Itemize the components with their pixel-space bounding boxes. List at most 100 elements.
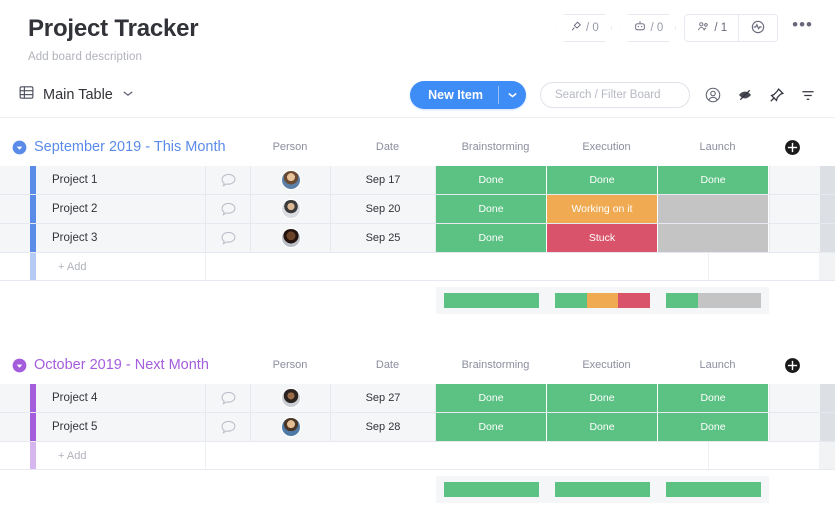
activity-pill[interactable]: / 0 bbox=[556, 14, 613, 42]
new-item-label: New Item bbox=[428, 88, 483, 102]
row-tail bbox=[769, 166, 820, 194]
pin-icon[interactable] bbox=[768, 87, 785, 104]
add-item-label[interactable]: + Add bbox=[36, 253, 206, 280]
view-switcher[interactable]: Main Table bbox=[18, 84, 133, 105]
summary-spacer bbox=[36, 287, 436, 314]
person-cell[interactable] bbox=[251, 413, 331, 441]
add-item-label[interactable]: + Add bbox=[36, 442, 206, 469]
table-row[interactable]: Project 3 Sep 25 Done Stuck bbox=[0, 224, 835, 253]
chat-icon[interactable] bbox=[206, 195, 251, 223]
search-input[interactable] bbox=[555, 89, 675, 101]
status-cell-brainstorming[interactable]: Done bbox=[436, 195, 547, 223]
column-header-person[interactable]: Person bbox=[245, 352, 335, 378]
status-cell-execution[interactable]: Done bbox=[547, 166, 658, 194]
person-cell[interactable] bbox=[251, 384, 331, 412]
summary-cell-brainstorming[interactable] bbox=[436, 287, 547, 314]
date-cell[interactable]: Sep 20 bbox=[331, 195, 436, 223]
column-header-launch[interactable]: Launch bbox=[662, 352, 773, 378]
column-header-brainstorming[interactable]: Brainstorming bbox=[440, 134, 551, 160]
filter-icon[interactable] bbox=[799, 88, 817, 103]
add-column-button[interactable] bbox=[773, 134, 811, 160]
members-button[interactable]: / 1 bbox=[685, 15, 738, 41]
status-cell-launch[interactable]: Done bbox=[658, 384, 769, 412]
status-cell-launch[interactable]: Done bbox=[658, 413, 769, 441]
status-cell-launch[interactable]: Done bbox=[658, 166, 769, 194]
summary-bar bbox=[666, 482, 761, 497]
summary-cell-execution[interactable] bbox=[547, 287, 658, 314]
board-activity-button[interactable] bbox=[739, 15, 777, 41]
vertical-scrollbar[interactable] bbox=[820, 384, 835, 412]
vertical-scrollbar[interactable] bbox=[820, 195, 835, 223]
column-header-execution[interactable]: Execution bbox=[551, 134, 662, 160]
date-cell[interactable]: Sep 28 bbox=[331, 413, 436, 441]
status-cell-execution[interactable]: Done bbox=[547, 384, 658, 412]
table-row[interactable]: Project 1 Sep 17 Done Done Done bbox=[0, 166, 835, 195]
add-row-blank-2 bbox=[709, 442, 820, 469]
column-header-launch[interactable]: Launch bbox=[662, 134, 773, 160]
table-row[interactable]: Project 4 Sep 27 Done Done Done bbox=[0, 384, 835, 413]
vertical-scrollbar[interactable] bbox=[820, 166, 835, 194]
vertical-scrollbar[interactable] bbox=[820, 413, 835, 441]
more-options-button[interactable]: ••• bbox=[786, 16, 817, 36]
status-cell-execution[interactable]: Done bbox=[547, 413, 658, 441]
column-header-brainstorming[interactable]: Brainstorming bbox=[440, 352, 551, 378]
group-collapse-icon[interactable] bbox=[12, 358, 27, 373]
status-cell-execution[interactable]: Stuck bbox=[547, 224, 658, 252]
chat-icon[interactable] bbox=[206, 166, 251, 194]
summary-cell-execution[interactable] bbox=[547, 476, 658, 503]
column-header-date[interactable]: Date bbox=[335, 352, 440, 378]
view-label: Main Table bbox=[43, 86, 113, 103]
summary-segment bbox=[666, 482, 761, 497]
new-item-button[interactable]: New Item bbox=[410, 81, 526, 109]
row-item-name[interactable]: Project 5 bbox=[36, 413, 206, 441]
summary-segment bbox=[618, 293, 650, 308]
vertical-scrollbar[interactable] bbox=[820, 224, 835, 252]
table-row[interactable]: Project 5 Sep 28 Done Done Done bbox=[0, 413, 835, 442]
chat-icon[interactable] bbox=[206, 224, 251, 252]
status-cell-launch[interactable] bbox=[658, 195, 769, 223]
summary-cell-launch[interactable] bbox=[658, 287, 769, 314]
date-cell[interactable]: Sep 25 bbox=[331, 224, 436, 252]
person-cell[interactable] bbox=[251, 224, 331, 252]
status-cell-brainstorming[interactable]: Done bbox=[436, 166, 547, 194]
summary-cell-brainstorming[interactable] bbox=[436, 476, 547, 503]
table-row[interactable]: Project 2 Sep 20 Done Working on it bbox=[0, 195, 835, 224]
status-cell-brainstorming[interactable]: Done bbox=[436, 224, 547, 252]
group-header: October 2019 - Next Month Person Date Brain… bbox=[0, 352, 835, 378]
automations-pill[interactable]: / 0 bbox=[620, 14, 677, 42]
row-item-name[interactable]: Project 1 bbox=[36, 166, 206, 194]
search-filter-box[interactable] bbox=[540, 82, 690, 108]
status-cell-launch[interactable] bbox=[658, 224, 769, 252]
person-cell[interactable] bbox=[251, 195, 331, 223]
date-cell[interactable]: Sep 27 bbox=[331, 384, 436, 412]
column-header-date[interactable]: Date bbox=[335, 134, 440, 160]
status-cell-brainstorming[interactable]: Done bbox=[436, 413, 547, 441]
status-cell-brainstorming[interactable]: Done bbox=[436, 384, 547, 412]
add-column-button[interactable] bbox=[773, 352, 811, 378]
status-cell-execution[interactable]: Working on it bbox=[547, 195, 658, 223]
chat-icon[interactable] bbox=[206, 384, 251, 412]
group-title[interactable]: October 2019 - Next Month bbox=[34, 357, 209, 373]
chevron-down-icon[interactable] bbox=[123, 89, 133, 100]
group-collapse-icon[interactable] bbox=[12, 140, 27, 155]
person-cell[interactable] bbox=[251, 166, 331, 194]
board-description[interactable]: Add board description bbox=[28, 51, 835, 63]
summary-cell-launch[interactable] bbox=[658, 476, 769, 503]
row-item-name[interactable]: Project 4 bbox=[36, 384, 206, 412]
hide-eye-icon[interactable] bbox=[736, 87, 754, 103]
person-circle-icon[interactable] bbox=[704, 86, 722, 104]
add-row-blank bbox=[206, 442, 709, 469]
group-summary bbox=[0, 476, 835, 503]
group-2: October 2019 - Next Month Person Date Brain… bbox=[0, 352, 835, 503]
group-title[interactable]: September 2019 - This Month bbox=[34, 139, 226, 155]
chat-icon[interactable] bbox=[206, 413, 251, 441]
add-item-row[interactable]: + Add bbox=[0, 442, 835, 470]
column-header-execution[interactable]: Execution bbox=[551, 352, 662, 378]
column-header-person[interactable]: Person bbox=[245, 134, 335, 160]
row-item-name[interactable]: Project 3 bbox=[36, 224, 206, 252]
date-cell[interactable]: Sep 17 bbox=[331, 166, 436, 194]
summary-segment bbox=[697, 293, 761, 308]
add-item-row[interactable]: + Add bbox=[0, 253, 835, 281]
new-item-dropdown-icon[interactable] bbox=[499, 81, 526, 109]
row-item-name[interactable]: Project 2 bbox=[36, 195, 206, 223]
